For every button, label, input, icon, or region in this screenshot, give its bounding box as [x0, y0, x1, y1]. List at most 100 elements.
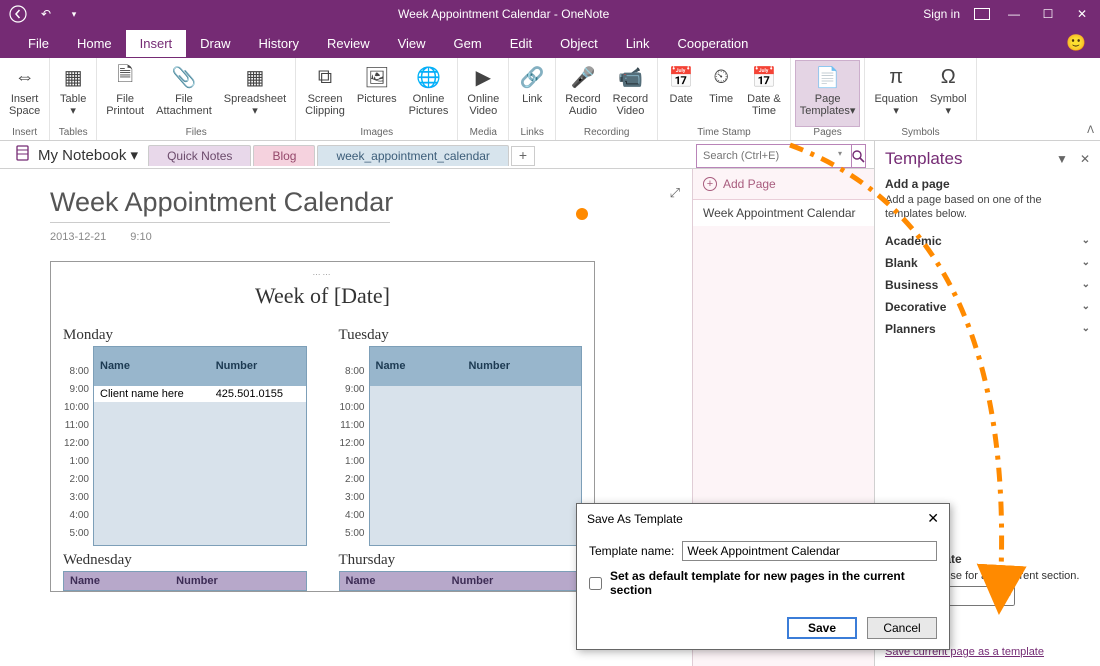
window-title: Week Appointment Calendar - OneNote: [84, 7, 923, 21]
record-video-icon: 📹: [616, 63, 644, 91]
page-list-item[interactable]: Week Appointment Calendar: [693, 199, 874, 226]
record-video-button[interactable]: 📹RecordVideo: [608, 60, 653, 127]
drag-handle-icon[interactable]: ⋯⋯: [63, 270, 582, 279]
minimize-icon[interactable]: ―: [1004, 4, 1024, 24]
default-template-checkbox[interactable]: [589, 577, 602, 590]
search-scope-caret-icon[interactable]: ▾: [838, 149, 842, 158]
feedback-smiley-icon[interactable]: 🙂: [1066, 33, 1086, 53]
dialog-cancel-button[interactable]: Cancel: [867, 617, 937, 639]
page-title[interactable]: Week Appointment Calendar: [50, 187, 692, 218]
online-video-button[interactable]: ▶OnlineVideo: [462, 60, 504, 127]
template-name-input[interactable]: [682, 541, 937, 561]
template-category[interactable]: Academic⌄: [885, 230, 1090, 252]
templates-title: Templates: [885, 149, 962, 169]
pictures-button[interactable]: 🖼Pictures: [352, 60, 402, 127]
plus-icon: +: [703, 177, 717, 191]
chevron-down-icon: ⌄: [1082, 279, 1090, 290]
day-heading: Monday: [63, 327, 307, 344]
search-button[interactable]: [852, 144, 866, 168]
template-category[interactable]: Decorative⌄: [885, 296, 1090, 318]
online-pictures-button[interactable]: 🌐OnlinePictures: [404, 60, 454, 127]
undo-icon[interactable]: ↶: [36, 4, 56, 24]
expand-page-icon[interactable]: ⤢: [670, 185, 680, 201]
online-video-icon: ▶: [469, 63, 497, 91]
spreadsheet-button[interactable]: ▦Spreadsheet▾: [219, 60, 291, 127]
menu-object[interactable]: Object: [546, 30, 612, 57]
date-time-button[interactable]: 📅Date &Time: [742, 60, 786, 127]
symbol-icon: Ω: [934, 63, 962, 91]
day-table[interactable]: NameNumber: [369, 346, 583, 546]
search-input[interactable]: [696, 144, 852, 168]
section-tab[interactable]: Quick Notes: [148, 145, 251, 166]
qat-caret-icon[interactable]: ▾: [64, 4, 84, 24]
ribbon-display-icon[interactable]: [974, 8, 990, 20]
back-icon[interactable]: [8, 4, 28, 24]
menubar: FileHomeInsertDrawHistoryReviewViewGemEd…: [0, 28, 1100, 58]
dialog-close-icon[interactable]: ✕: [927, 510, 939, 527]
templates-add-desc: Add a page based on one of the templates…: [885, 193, 1090, 222]
page-templates-button[interactable]: 📄PageTemplates▾: [795, 60, 861, 127]
templates-add-heading: Add a page: [885, 177, 1090, 191]
insert-space-icon: ⇔: [11, 63, 39, 91]
record-audio-button[interactable]: 🎤RecordAudio: [560, 60, 605, 127]
day-table[interactable]: NameNumberClient name here425.501.0155: [93, 346, 307, 546]
notebook-name: My Notebook ▾: [38, 146, 138, 164]
table-button[interactable]: ▦Table▾: [54, 60, 92, 127]
add-section-button[interactable]: +: [511, 146, 535, 166]
screen-clipping-button[interactable]: ⧉ScreenClipping: [300, 60, 350, 127]
equation-button[interactable]: πEquation▾: [869, 60, 922, 127]
online-pictures-icon: 🌐: [415, 63, 443, 91]
template-category[interactable]: Planners⌄: [885, 318, 1090, 340]
chevron-down-icon: ⌄: [1082, 323, 1090, 334]
day-table[interactable]: NameNumber: [63, 571, 307, 591]
calendar-container[interactable]: ⋯⋯ Week of [Date] Monday8:009:0010:0011:…: [50, 261, 595, 592]
menu-edit[interactable]: Edit: [496, 30, 546, 57]
menu-view[interactable]: View: [384, 30, 440, 57]
menu-home[interactable]: Home: [63, 30, 126, 57]
menu-insert[interactable]: Insert: [126, 30, 187, 57]
day-heading: Thursday: [339, 552, 583, 569]
menu-gem[interactable]: Gem: [440, 30, 496, 57]
template-category[interactable]: Business⌄: [885, 274, 1090, 296]
date-button[interactable]: 📅Date: [662, 60, 700, 127]
notebook-icon: [14, 144, 32, 166]
close-icon[interactable]: ✕: [1072, 4, 1092, 24]
menu-history[interactable]: History: [245, 30, 313, 57]
chevron-down-icon: ⌄: [1082, 235, 1090, 246]
pane-options-icon[interactable]: ▼: [1056, 152, 1068, 166]
menu-draw[interactable]: Draw: [186, 30, 244, 57]
page-date: 2013-12-21: [50, 231, 106, 243]
link-button[interactable]: 🔗Link: [513, 60, 551, 127]
screen-clipping-icon: ⧉: [311, 63, 339, 91]
insert-space-button[interactable]: ⇔InsertSpace: [4, 60, 45, 127]
default-template-checkbox-label: Set as default template for new pages in…: [610, 569, 937, 597]
menu-cooperation[interactable]: Cooperation: [664, 30, 763, 57]
pane-close-icon[interactable]: ✕: [1080, 152, 1090, 166]
time-button[interactable]: ⏲Time: [702, 60, 740, 127]
template-category[interactable]: Blank⌄: [885, 252, 1090, 274]
notebook-selector[interactable]: My Notebook ▾: [6, 144, 146, 166]
section-tab[interactable]: week_appointment_calendar: [317, 145, 508, 166]
file-printout-button[interactable]: 🗎FilePrintout: [101, 60, 149, 127]
dialog-title: Save As Template: [587, 512, 683, 526]
dialog-save-button[interactable]: Save: [787, 617, 857, 639]
spreadsheet-icon: ▦: [241, 63, 269, 91]
ribbon-collapse-icon[interactable]: ᐱ: [1087, 125, 1094, 136]
day-heading: Tuesday: [339, 327, 583, 344]
menu-link[interactable]: Link: [612, 30, 664, 57]
chevron-down-icon: ⌄: [1082, 257, 1090, 268]
sign-in-link[interactable]: Sign in: [923, 7, 960, 21]
equation-icon: π: [882, 63, 910, 91]
section-tab[interactable]: Blog: [253, 145, 315, 166]
day-table[interactable]: NameNumber: [339, 571, 583, 591]
add-page-button[interactable]: + Add Page: [693, 169, 874, 199]
save-as-template-dialog: Save As Template ✕ Template name: Set as…: [576, 503, 950, 650]
menu-file[interactable]: File: [14, 30, 63, 57]
date-icon: 📅: [667, 63, 695, 91]
link-icon: 🔗: [518, 63, 546, 91]
menu-review[interactable]: Review: [313, 30, 384, 57]
maximize-icon[interactable]: ☐: [1038, 4, 1058, 24]
file-attachment-button[interactable]: 📎FileAttachment: [151, 60, 217, 127]
titlebar: ↶ ▾ Week Appointment Calendar - OneNote …: [0, 0, 1100, 28]
symbol-button[interactable]: ΩSymbol▾: [925, 60, 972, 127]
